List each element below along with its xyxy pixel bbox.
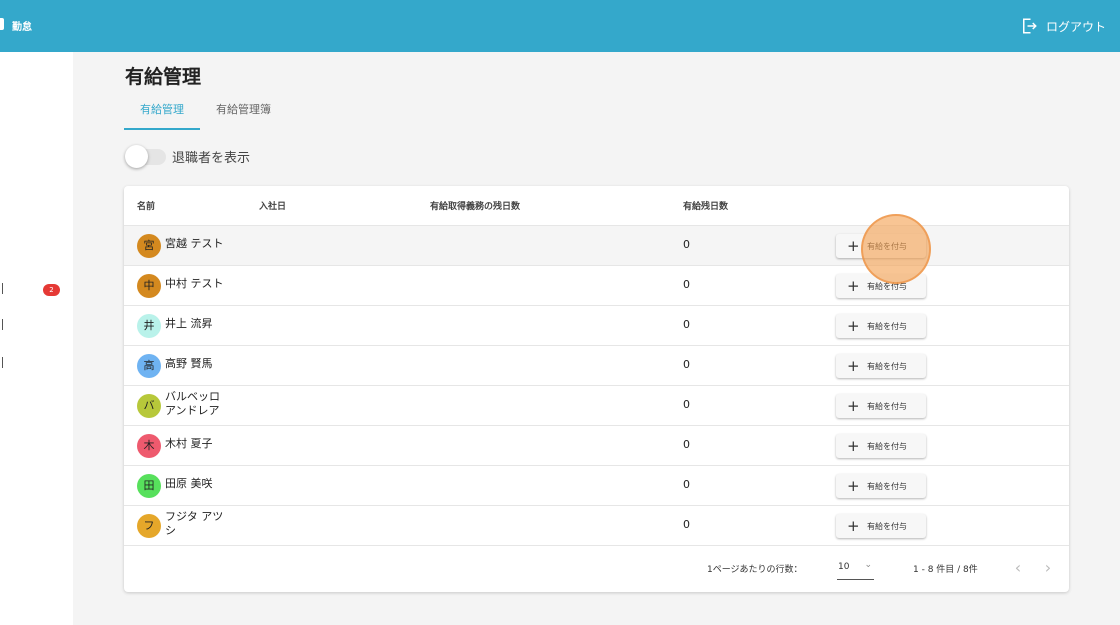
- tab-bar: 有給管理 有給管理簿: [124, 92, 287, 130]
- grant-paid-leave-button[interactable]: + 有給を付与: [836, 394, 926, 418]
- grant-button-label: 有給を付与: [867, 521, 907, 531]
- grant-paid-leave-button[interactable]: + 有給を付与: [836, 314, 926, 338]
- employee-name-line-2: シ: [165, 524, 176, 537]
- grant-paid-leave-button[interactable]: + 有給を付与: [836, 514, 926, 538]
- remaining-days-value: 0: [683, 478, 690, 491]
- plus-icon: +: [847, 516, 860, 535]
- grant-paid-leave-button[interactable]: + 有給を付与: [836, 474, 926, 498]
- avatar: 田: [137, 474, 161, 498]
- employee-name: 高野 賢馬: [165, 357, 213, 370]
- table-header: 名前 入社日 有給取得義務の残日数 有給残日数: [124, 186, 1069, 226]
- table-row[interactable]: 中 中村 テスト 0 + 有給を付与: [124, 266, 1069, 306]
- plus-icon: +: [847, 316, 860, 335]
- plus-icon: +: [847, 236, 860, 255]
- switch-thumb: [125, 145, 148, 168]
- avatar: 中: [137, 274, 161, 298]
- column-header-name: 名前: [137, 202, 156, 212]
- logout-icon: [1022, 18, 1037, 34]
- avatar: 木: [137, 434, 161, 458]
- plus-icon: +: [847, 276, 860, 295]
- avatar: 高: [137, 354, 161, 378]
- plus-icon: +: [847, 436, 860, 455]
- remaining-days-value: 0: [683, 438, 690, 451]
- notification-badge: 2: [43, 284, 60, 296]
- avatar: フ: [137, 514, 161, 538]
- rows-per-page-value: 10: [838, 562, 850, 572]
- employee-name: フジタ アツ シ: [165, 510, 235, 538]
- column-header-obligation-remaining: 有給取得義務の残日数: [430, 202, 521, 212]
- remaining-days-value: 0: [683, 518, 690, 531]
- plus-icon: +: [847, 356, 860, 375]
- table-row[interactable]: フ フジタ アツ シ 0 + 有給を付与: [124, 506, 1069, 546]
- pagination-range: 1 - 8 件目 / 8件: [913, 565, 978, 575]
- logout-label: ログアウト: [1045, 19, 1106, 34]
- sidebar-item-label-fragment: [0, 357, 3, 368]
- plus-icon: +: [847, 396, 860, 415]
- employee-name-line-1: フジタ アツ: [165, 510, 224, 523]
- sidebar-item[interactable]: [0, 354, 73, 374]
- grant-button-label: 有給を付与: [867, 401, 907, 411]
- avatar: 宮: [137, 234, 161, 258]
- column-header-join-date: 入社日: [259, 202, 287, 212]
- sidebar-item-label-fragment: [0, 319, 3, 330]
- table-row[interactable]: 宮 宮越 テスト 0 + 有給を付与: [124, 226, 1069, 266]
- employee-name: 田原 美咲: [165, 477, 213, 490]
- show-retired-label: 退職者を表示: [172, 150, 251, 166]
- employee-name-line-2: アンドレア: [165, 404, 220, 417]
- table-row[interactable]: 田 田原 美咲 0 + 有給を付与: [124, 466, 1069, 506]
- chevron-down-icon: ⌄: [864, 560, 872, 570]
- grant-paid-leave-button[interactable]: + 有給を付与: [836, 354, 926, 378]
- employee-table-card: 名前 入社日 有給取得義務の残日数 有給残日数 宮 宮越 テスト 0 + 有給を…: [124, 186, 1069, 592]
- app-title: 勤怠: [12, 22, 32, 33]
- table-pagination: 1ページあたりの行数： 10 ⌄ 1 - 8 件目 / 8件 ‹ ›: [124, 546, 1069, 592]
- tab-paid-leave-management[interactable]: 有給管理: [124, 92, 200, 130]
- employee-name: 井上 流昇: [165, 317, 213, 330]
- page-title: 有給管理: [125, 66, 202, 88]
- next-page-button[interactable]: ›: [1038, 558, 1058, 578]
- rows-per-page-select[interactable]: 10 ⌄: [837, 558, 874, 580]
- table-row[interactable]: 井 井上 流昇 0 + 有給を付与: [124, 306, 1069, 346]
- avatar: 井: [137, 314, 161, 338]
- logout-button[interactable]: ログアウト: [1020, 14, 1106, 38]
- grant-button-label: 有給を付与: [867, 361, 907, 371]
- previous-page-button[interactable]: ‹: [1008, 558, 1028, 578]
- remaining-days-value: 0: [683, 238, 690, 251]
- sidebar-item-label-fragment: [0, 283, 3, 294]
- grant-button-label: 有給を付与: [867, 281, 907, 291]
- table-row[interactable]: 木 木村 夏子 0 + 有給を付与: [124, 426, 1069, 466]
- show-retired-toggle-row: 退職者を表示: [124, 143, 250, 169]
- employee-name: バルベッロ アンドレア: [165, 390, 235, 418]
- table-row[interactable]: 高 高野 賢馬 0 + 有給を付与: [124, 346, 1069, 386]
- remaining-days-value: 0: [683, 398, 690, 411]
- grant-button-label: 有給を付与: [867, 481, 907, 491]
- sidebar: 2: [0, 52, 73, 625]
- sidebar-item[interactable]: [0, 316, 73, 336]
- top-app-bar: 勤怠 ログアウト: [0, 0, 1120, 52]
- grant-button-label: 有給を付与: [867, 241, 907, 251]
- tab-paid-leave-ledger[interactable]: 有給管理簿: [200, 92, 287, 130]
- employee-name: 木村 夏子: [165, 437, 213, 450]
- rows-per-page-label: 1ページあたりの行数：: [707, 565, 803, 575]
- avatar: バ: [137, 394, 161, 418]
- grant-button-label: 有給を付与: [867, 321, 907, 331]
- app-menu-icon[interactable]: [0, 18, 4, 30]
- grant-paid-leave-button[interactable]: + 有給を付与: [836, 234, 926, 258]
- remaining-days-value: 0: [683, 318, 690, 331]
- show-retired-switch[interactable]: [124, 144, 166, 168]
- employee-name: 宮越 テスト: [165, 237, 224, 250]
- employee-name-line-1: バルベッロ: [165, 390, 220, 403]
- employee-name: 中村 テスト: [165, 277, 224, 290]
- grant-paid-leave-button[interactable]: + 有給を付与: [836, 274, 926, 298]
- remaining-days-value: 0: [683, 358, 690, 371]
- grant-paid-leave-button[interactable]: + 有給を付与: [836, 434, 926, 458]
- plus-icon: +: [847, 476, 860, 495]
- grant-button-label: 有給を付与: [867, 441, 907, 451]
- table-row[interactable]: バ バルベッロ アンドレア 0 + 有給を付与: [124, 386, 1069, 426]
- sidebar-item-with-badge[interactable]: 2: [0, 280, 73, 300]
- remaining-days-value: 0: [683, 278, 690, 291]
- column-header-remaining-days: 有給残日数: [683, 202, 729, 212]
